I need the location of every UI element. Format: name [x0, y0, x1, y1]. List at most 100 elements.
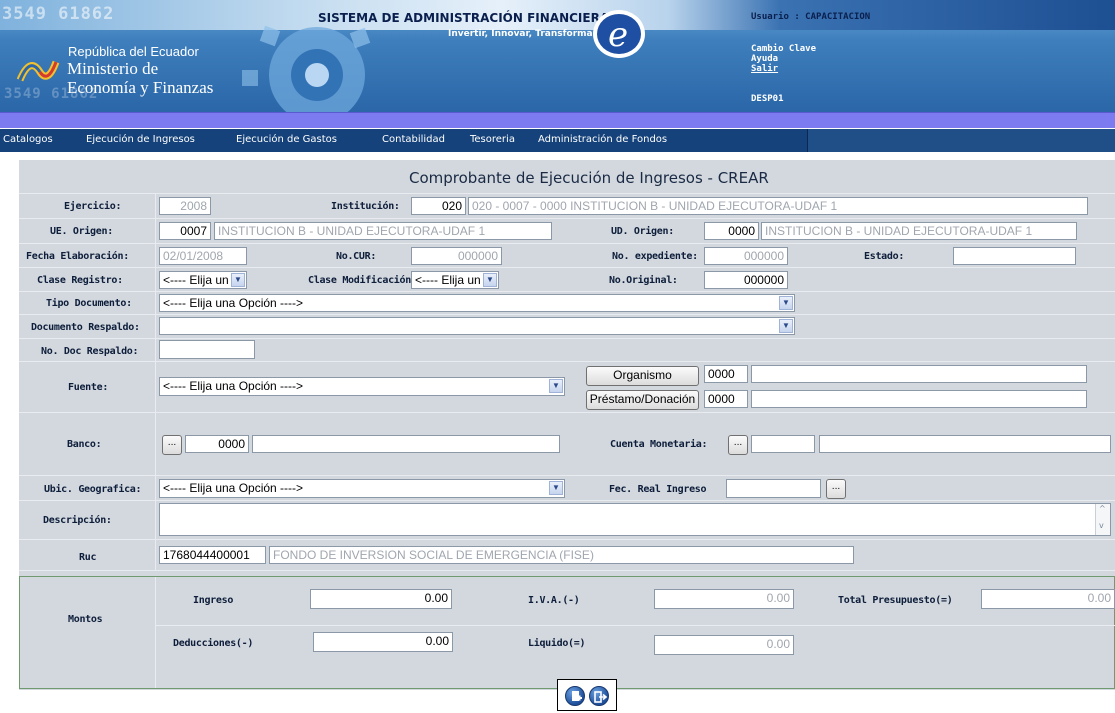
ruc-name-field[interactable]: FONDO DE INVERSION SOCIAL DE EMERGENCIA … — [269, 546, 854, 564]
fecha-elaboracion-label: Fecha Elaboración: — [26, 251, 129, 262]
main-menu: Catalogos Ejecución de Ingresos Ejecució… — [0, 129, 1115, 152]
fecha-elaboracion-field[interactable]: 02/01/2008 — [159, 247, 247, 265]
no-cur-field[interactable]: 000000 — [411, 247, 502, 265]
menu-item-ejecucion-gastos[interactable]: Ejecución de Gastos — [236, 134, 337, 145]
banco-desc-field[interactable] — [252, 435, 560, 453]
ejercicio-field[interactable]: 2008 — [159, 197, 211, 215]
chevron-down-icon[interactable]: ▼ — [779, 296, 793, 310]
prestamo-donacion-button[interactable]: Préstamo/Donación — [586, 390, 699, 410]
row-divider — [19, 412, 1115, 413]
deducciones-label: Deducciones(-) — [173, 638, 254, 649]
cuenta-monetaria-code-field[interactable] — [751, 435, 815, 453]
fuente-select[interactable]: <---- Elija una Opción ----> ▼ — [159, 377, 565, 396]
no-expediente-field[interactable]: 000000 — [704, 247, 788, 265]
descripcion-textarea[interactable] — [159, 503, 1111, 536]
row-divider — [19, 314, 1115, 315]
main-menu-items: Catalogos Ejecución de Ingresos Ejecució… — [0, 129, 808, 152]
clase-registro-label: Clase Registro: — [37, 275, 123, 286]
clase-modificacion-label: Clase Modificación: — [308, 275, 417, 286]
form-title: Comprobante de Ejecución de Ingresos - C… — [409, 169, 769, 187]
prestamo-code-field[interactable]: 0000 — [704, 390, 748, 408]
ruc-field[interactable]: 1768044400001 — [159, 546, 266, 564]
row-divider — [19, 193, 1115, 194]
organismo-desc-field[interactable] — [751, 365, 1087, 383]
svg-text:e: e — [608, 15, 628, 55]
banco-code-field[interactable]: 0000 — [185, 435, 249, 453]
organismo-button[interactable]: Organismo — [586, 366, 699, 386]
ingreso-field[interactable]: 0.00 — [310, 589, 452, 609]
menu-item-tesoreria[interactable]: Tesoreria — [470, 134, 515, 145]
system-title: SISTEMA DE ADMINISTRACIÓN FINANCIERA — [318, 11, 610, 25]
ubic-geografica-select[interactable]: <---- Elija una Opción ----> ▼ — [159, 479, 565, 498]
iva-field[interactable]: 0.00 — [654, 589, 794, 609]
deducciones-field[interactable]: 0.00 — [313, 632, 453, 652]
logout-link[interactable]: Salir — [751, 64, 778, 74]
menu-item-contabilidad[interactable]: Contabilidad — [382, 134, 445, 145]
banco-search-button[interactable]: ... — [162, 435, 182, 455]
no-doc-respaldo-field[interactable] — [159, 340, 255, 359]
clase-modificacion-select[interactable]: <---- Elija un ▼ — [411, 271, 499, 289]
chevron-down-icon[interactable]: ▼ — [483, 273, 497, 287]
menu-item-catalogos[interactable]: Catalogos — [3, 134, 53, 145]
fec-real-ingreso-field[interactable] — [726, 479, 821, 498]
row-divider — [19, 291, 1115, 292]
liquido-field[interactable]: 0.00 — [654, 635, 794, 655]
liquido-label: Liquido(=) — [528, 638, 586, 649]
column-divider — [155, 577, 156, 688]
no-doc-respaldo-label: No. Doc Respaldo: — [41, 346, 139, 357]
menu-item-ejecucion-ingresos[interactable]: Ejecución de Ingresos — [86, 134, 195, 145]
institucion-desc-field[interactable]: 020 - 0007 - 0000 INSTITUCION B - UNIDAD… — [468, 197, 1088, 215]
no-original-field[interactable]: 000000 — [704, 271, 788, 289]
institucion-code-field[interactable]: 020 — [411, 197, 466, 215]
tipo-documento-label: Tipo Documento: — [46, 298, 132, 309]
scroll-up-icon[interactable]: ^ — [1099, 504, 1106, 513]
clase-registro-select[interactable]: <---- Elija un ▼ — [159, 271, 247, 289]
fec-real-ingreso-label: Fec. Real Ingreso — [609, 484, 707, 495]
cuenta-monetaria-search-button[interactable]: ... — [728, 435, 748, 455]
ministry-name-line3: Economía y Finanzas — [67, 78, 214, 97]
iva-label: I.V.A.(-) — [528, 595, 580, 606]
documento-respaldo-select[interactable]: ▼ — [159, 317, 795, 335]
total-presupuesto-field[interactable]: 0.00 — [981, 589, 1115, 609]
change-password-link[interactable]: Cambio Clave — [751, 44, 816, 54]
help-link[interactable]: Ayuda — [751, 54, 778, 64]
exit-icon[interactable] — [589, 686, 609, 706]
fuente-label: Fuente: — [68, 382, 109, 393]
user-label: Usuario : CAPACITACION — [751, 12, 871, 22]
chevron-down-icon[interactable]: ▼ — [779, 319, 793, 333]
tipo-documento-select[interactable]: <---- Elija una Opción ----> ▼ — [159, 294, 795, 312]
institucion-label: Institución: — [331, 201, 400, 212]
row-divider — [19, 338, 1115, 339]
ejercicio-label: Ejercicio: — [64, 201, 122, 212]
gear-decoration-icon — [242, 25, 371, 112]
organismo-code-field[interactable]: 0000 — [704, 365, 748, 383]
menu-item-administracion-fondos[interactable]: Administración de Fondos — [538, 134, 667, 145]
fec-real-ingreso-calendar-button[interactable]: ... — [826, 479, 846, 499]
ministry-logo-icon — [16, 60, 60, 82]
chevron-down-icon[interactable]: ▼ — [549, 379, 563, 393]
e-logo-icon: e — [593, 10, 645, 58]
estado-field[interactable] — [953, 247, 1076, 265]
header-digits-decoration: 3549 61862 — [2, 4, 115, 24]
row-divider — [19, 218, 1115, 219]
ud-origen-code-field[interactable]: 0000 — [704, 222, 759, 240]
descripcion-scrollbar[interactable]: ^ v — [1095, 504, 1110, 535]
column-divider — [155, 193, 156, 570]
chevron-down-icon[interactable]: ▼ — [549, 481, 563, 495]
ue-origen-desc-field[interactable]: INSTITUCION B - UNIDAD EJECUTORA-UDAF 1 — [214, 222, 552, 240]
montos-panel — [19, 576, 1115, 689]
row-divider — [155, 625, 1115, 626]
row-divider — [19, 475, 1115, 476]
ue-origen-code-field[interactable]: 0007 — [159, 222, 211, 240]
ubic-geografica-value: <---- Elija una Opción ----> — [163, 481, 304, 495]
chevron-down-icon[interactable]: ▼ — [231, 273, 245, 287]
ud-origen-desc-field[interactable]: INSTITUCION B - UNIDAD EJECUTORA-UDAF 1 — [761, 222, 1077, 240]
row-divider — [19, 267, 1115, 268]
banco-label: Banco: — [67, 439, 102, 450]
prestamo-desc-field[interactable] — [751, 390, 1087, 408]
scroll-down-icon[interactable]: v — [1099, 521, 1104, 530]
montos-label: Montos — [68, 614, 103, 625]
cuenta-monetaria-desc-field[interactable] — [819, 435, 1111, 453]
app-header: 3549 61862 3549 61862 SISTEMA DE ADMINIS… — [0, 0, 1115, 112]
new-document-icon[interactable] — [565, 686, 585, 706]
